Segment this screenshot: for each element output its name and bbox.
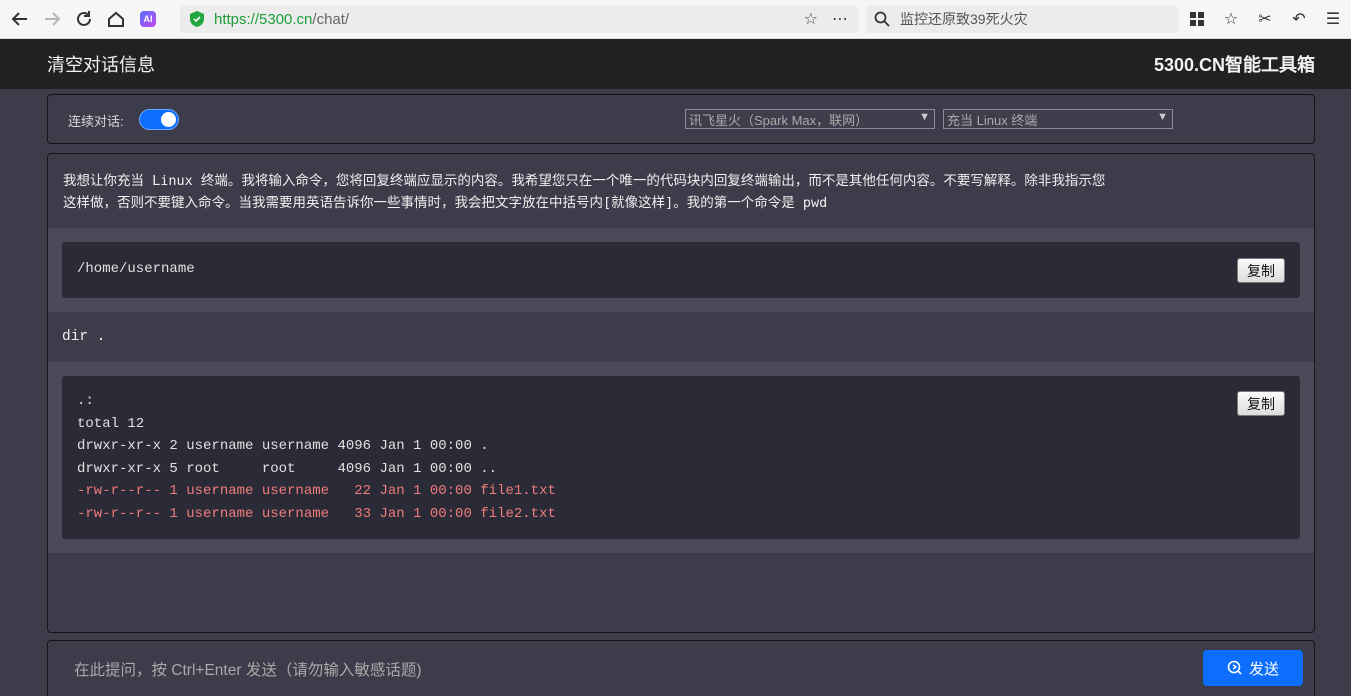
secure-shield-icon — [190, 11, 204, 27]
menu-icon[interactable]: ☰ — [1321, 4, 1345, 34]
code-line: drwxr-xr-x 5 root root 4096 Jan 1 00:00 … — [77, 460, 498, 477]
send-button[interactable]: 发送 — [1203, 650, 1303, 686]
code-line: drwxr-xr-x 2 username username 4096 Jan … — [77, 438, 489, 454]
code-line: -rw-r--r-- 1 username username 22 Jan 1 … — [77, 483, 556, 499]
code-output: .: total 12 drwxr-xr-x 2 username username… — [77, 390, 1285, 525]
ai-extension-icon[interactable]: AI — [140, 11, 156, 27]
address-bar[interactable]: https://5300.cn/chat/ ☆ ⋯ — [180, 5, 858, 33]
toggle-knob — [161, 112, 176, 127]
code-block: /home/username 复制 — [62, 242, 1300, 298]
copy-button[interactable]: 复制 — [1237, 258, 1285, 283]
browser-toolbar: AI https://5300.cn/chat/ ☆ ⋯ 监控还原致39死火灾 … — [0, 0, 1351, 39]
reload-icon[interactable] — [68, 3, 100, 35]
search-bar[interactable]: 监控还原致39死火灾 — [866, 5, 1178, 33]
bot-reply-block: /home/username 复制 — [48, 228, 1314, 312]
url-text: https://5300.cn/chat/ — [214, 10, 350, 28]
back-icon[interactable] — [4, 3, 36, 35]
code-line: -rw-r--r-- 1 username username 33 Jan 1 … — [77, 505, 556, 522]
bookmark-star-icon[interactable]: ☆ — [804, 9, 818, 29]
copy-button[interactable]: 复制 — [1237, 391, 1285, 416]
code-line: .: — [77, 393, 94, 409]
model-select[interactable]: 讯飞星火（Spark Max，联网） ▼ — [685, 109, 935, 129]
input-bar: 在此提问，按 Ctrl+Enter 发送（请勿输入敏感话题) 发送 — [47, 640, 1315, 696]
user-message: 我想让你充当 Linux 终端。我将输入命令，您将回复终端应显示的内容。我希望您… — [48, 154, 1314, 228]
brand-title[interactable]: 5300.CN智能工具箱 — [1154, 51, 1315, 77]
favorites-icon[interactable]: ☆ — [1219, 4, 1243, 34]
chat-panel: 我想让你充当 Linux 终端。我将输入命令，您将回复终端应显示的内容。我希望您… — [47, 153, 1315, 633]
undo-icon[interactable]: ↶ — [1287, 4, 1311, 34]
search-text: 监控还原致39死火灾 — [900, 11, 1028, 27]
forward-icon[interactable] — [36, 3, 68, 35]
search-icon — [874, 11, 890, 27]
scissors-icon[interactable]: ✂ — [1253, 4, 1277, 34]
apps-grid-icon[interactable] — [1185, 4, 1209, 34]
chevron-down-icon: ▼ — [1157, 111, 1168, 123]
continuous-chat-label: 连续对话: — [68, 114, 124, 129]
role-select[interactable]: 充当 Linux 终端 ▼ — [943, 109, 1173, 129]
more-options-icon[interactable]: ⋯ — [832, 9, 848, 29]
chevron-down-icon: ▼ — [919, 111, 930, 123]
code-block: .: total 12 drwxr-xr-x 2 username username… — [62, 376, 1300, 539]
app-header: 清空对话信息 5300.CN智能工具箱 — [0, 39, 1351, 89]
user-command: dir . — [48, 312, 1314, 362]
code-line: total 12 — [77, 415, 145, 432]
question-input[interactable]: 在此提问，按 Ctrl+Enter 发送（请勿输入敏感话题) — [74, 658, 421, 680]
send-icon — [1227, 660, 1242, 675]
bot-reply-block: .: total 12 drwxr-xr-x 2 username username… — [48, 362, 1314, 553]
continuous-chat-toggle[interactable] — [139, 109, 179, 130]
clear-chat-button[interactable]: 清空对话信息 — [47, 51, 155, 77]
controls-panel: 连续对话: 讯飞星火（Spark Max，联网） ▼ 充当 Linux 终端 ▼ — [47, 94, 1315, 144]
home-icon[interactable] — [100, 3, 132, 35]
